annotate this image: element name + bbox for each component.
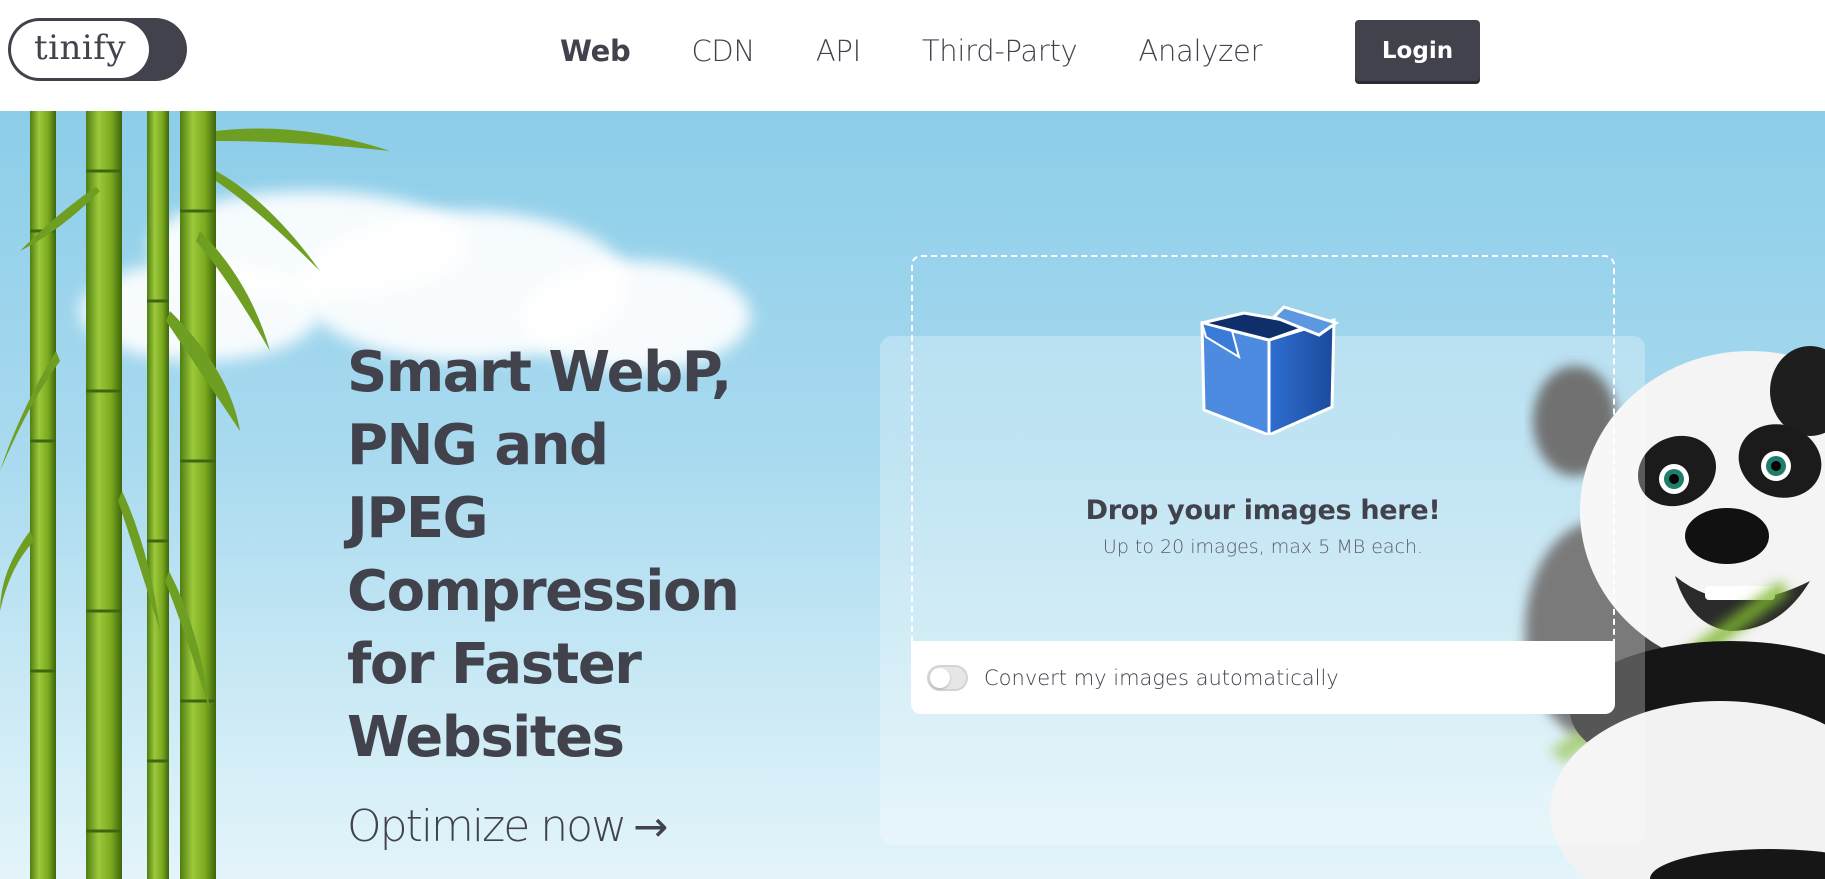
arrow-right-icon: →	[633, 802, 668, 851]
headline-line: PNG and	[347, 413, 609, 478]
optimize-now-link[interactable]: Optimize now →	[347, 801, 668, 852]
nav-item-third-party[interactable]: Third-Party	[922, 34, 1078, 68]
headline-line: JPEG	[347, 486, 489, 551]
dropzone-subtitle: Up to 20 images, max 5 MB each.	[1102, 536, 1424, 558]
headline-line: Smart WebP,	[347, 340, 732, 405]
headline-line: Compression	[347, 559, 740, 624]
logo-badge: tinify	[11, 21, 149, 78]
hero-headline: Smart WebP, PNG and JPEG Compression for…	[347, 336, 767, 774]
main-nav: Web CDN API Third-Party Analyzer	[560, 0, 1323, 102]
site-header: tinify Web CDN API Third-Party Analyzer …	[0, 0, 1825, 111]
convert-toggle[interactable]	[927, 664, 968, 691]
toggle-knob	[930, 667, 950, 688]
open-box-icon	[1200, 305, 1340, 435]
convert-label: Convert my images automatically	[984, 665, 1339, 690]
convert-bar: Convert my images automatically	[911, 641, 1615, 714]
optimize-label: Optimize now	[347, 801, 627, 852]
logo-text: tinify	[33, 27, 127, 68]
tinify-logo[interactable]: tinify	[8, 18, 187, 81]
nav-item-cdn[interactable]: CDN	[691, 34, 755, 68]
headline-line: Websites	[347, 705, 625, 770]
dropzone-title: Drop your images here!	[1085, 495, 1441, 526]
login-button[interactable]: Login	[1355, 20, 1480, 81]
headline-line: for Faster	[347, 632, 642, 697]
image-dropzone[interactable]: Drop your images here! Up to 20 images, …	[911, 255, 1615, 744]
nav-item-web[interactable]: Web	[560, 34, 631, 68]
nav-item-analyzer[interactable]: Analyzer	[1138, 34, 1262, 68]
nav-item-api[interactable]: API	[816, 34, 861, 68]
